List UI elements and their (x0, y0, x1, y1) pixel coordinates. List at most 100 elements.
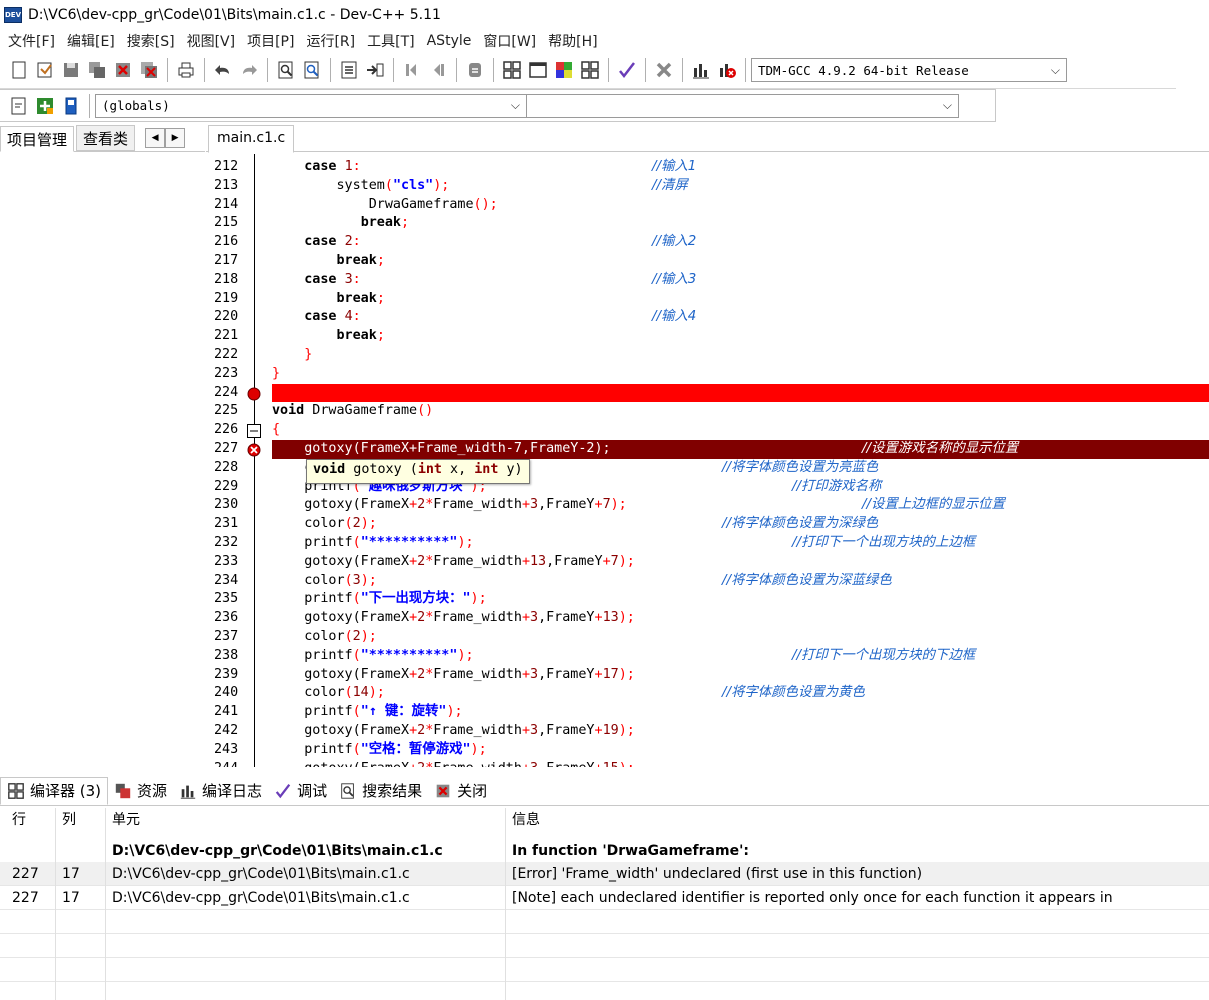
tab-classes[interactable]: 查看类 (76, 125, 136, 151)
delete-profile-icon[interactable] (716, 59, 738, 81)
fold-collapse-icon[interactable] (247, 424, 261, 442)
code-line[interactable]: 238 printf("**********"); //打印下一个出现方块的下边框 (206, 647, 1209, 666)
compile-icon[interactable] (501, 59, 523, 81)
rebuild-all-icon[interactable] (579, 59, 601, 81)
tab-main-c1-c[interactable]: main.c1.c (208, 125, 295, 153)
compiler-select[interactable]: TDM-GCC 4.9.2 64-bit Release ⌵ (751, 58, 1067, 82)
bookmark-next-icon[interactable] (427, 59, 449, 81)
symbol-select[interactable]: ⌵ (527, 93, 959, 118)
menu-file[interactable]: 文件[F] (2, 31, 61, 51)
menu-help[interactable]: 帮助[H] (542, 31, 603, 51)
table-row[interactable]: 227 17 D:\VC6\dev-cpp_gr\Code\01\Bits\ma… (0, 886, 1209, 910)
code-token: 2 (417, 497, 426, 513)
code-line[interactable]: 216 case 2: //输入2 (206, 233, 1209, 252)
code-line[interactable]: 230 gotoxy(FrameX+2*Frame_width+3,FrameY… (206, 496, 1209, 515)
code-line[interactable]: 232 printf("**********"); //打印下一个出现方块的上边框 (206, 534, 1209, 553)
code-line[interactable]: 226 { (206, 421, 1209, 440)
code-line[interactable]: 220 case 4: //输入4 (206, 308, 1209, 327)
code-line[interactable]: 218 case 3: //输入3 (206, 271, 1209, 290)
code-line[interactable]: 231 color(2); //将字体颜色设置为深绿色 (206, 515, 1209, 534)
compile-run-icon[interactable] (553, 59, 575, 81)
close-all-icon[interactable] (138, 59, 160, 81)
column-header-message[interactable]: 信息 (506, 808, 540, 832)
code-line[interactable]: 224 (214, 383, 1209, 403)
code-text: color(2); (272, 515, 377, 534)
code-token: color (272, 572, 345, 588)
profile-chart-icon[interactable] (690, 59, 712, 81)
menu-execute[interactable]: 运行[R] (300, 31, 361, 51)
code-line[interactable]: 239 gotoxy(FrameX+2*Frame_width+3,FrameY… (206, 666, 1209, 685)
menu-tools[interactable]: 工具[T] (361, 31, 420, 51)
tab-find-results[interactable]: 搜索结果 (333, 777, 428, 805)
find-icon[interactable] (275, 59, 297, 81)
remove-from-project-icon[interactable] (60, 95, 82, 117)
bookmark-prev-icon[interactable] (401, 59, 423, 81)
menu-search[interactable]: 搜索[S] (121, 31, 181, 51)
replace-icon[interactable] (301, 59, 323, 81)
code-line[interactable]: 217 break; (206, 252, 1209, 271)
menu-project[interactable]: 项目[P] (241, 31, 300, 51)
toggle-comment-icon[interactable] (464, 59, 486, 81)
code-token: + (521, 723, 530, 738)
insert-icon[interactable] (8, 95, 30, 117)
table-row[interactable]: 227 17 D:\VC6\dev-cpp_gr\Code\01\Bits\ma… (0, 862, 1209, 886)
code-line[interactable]: 212 case 1: //输入1 (206, 158, 1209, 177)
undo-icon[interactable] (212, 59, 234, 81)
table-row[interactable]: D:\VC6\dev-cpp_gr\Code\01\Bits\main.c1.c… (0, 839, 1209, 863)
code-line[interactable]: 213 system("cls"); //清屏 (206, 177, 1209, 196)
tab-project[interactable]: 项目管理 (0, 126, 75, 152)
line-number: 222 (214, 347, 239, 362)
code-line[interactable]: 222 } (206, 346, 1209, 365)
scope-select[interactable]: (globals) ⌵ (95, 93, 527, 118)
breakpoint-icon[interactable] (247, 387, 261, 405)
menu-view[interactable]: 视图[V] (181, 31, 242, 51)
tab-scroll-right-icon[interactable]: ▶ (165, 128, 186, 148)
code-line[interactable]: 237 color(2); (206, 628, 1209, 647)
code-token: (FrameX (352, 666, 410, 682)
code-line[interactable]: 234 color(3); //将字体颜色设置为深蓝绿色 (206, 572, 1209, 591)
tab-compile-log[interactable]: 编译日志 (173, 777, 268, 805)
code-line[interactable]: 223} (206, 365, 1209, 384)
code-token: 15 (603, 761, 619, 767)
code-line[interactable]: 240 color(14); //将字体颜色设置为黄色 (206, 684, 1209, 703)
tab-scroll-left-icon[interactable]: ◀ (145, 128, 166, 148)
menu-edit[interactable]: 编辑[E] (61, 31, 121, 51)
new-file-icon[interactable] (8, 59, 30, 81)
code-line[interactable]: 214 DrwaGameframe(); (206, 196, 1209, 215)
syntax-check-icon[interactable] (616, 59, 638, 81)
code-line[interactable]: 227 gotoxy(FrameX+Frame_width-7,FrameY-2… (214, 440, 1209, 459)
tab-compiler[interactable]: 编译器 (3) (0, 776, 109, 805)
save-icon[interactable] (60, 59, 82, 81)
column-header-line[interactable]: 行 (6, 808, 26, 832)
column-header-col[interactable]: 列 (56, 808, 76, 832)
save-all-icon[interactable] (86, 59, 108, 81)
close-file-icon[interactable] (112, 59, 134, 81)
code-line[interactable]: 236 gotoxy(FrameX+2*Frame_width+3,FrameY… (206, 609, 1209, 628)
code-line[interactable]: 225 void DrwaGameframe() (206, 402, 1209, 421)
code-line[interactable]: 219 break; (206, 290, 1209, 309)
redo-icon[interactable] (238, 59, 260, 81)
code-token: ); (618, 553, 635, 569)
code-line[interactable]: 241 printf("↑ 键：旋转"); (206, 703, 1209, 722)
code-line[interactable]: 233 gotoxy(FrameX+2*Frame_width+13,Frame… (206, 553, 1209, 572)
code-line[interactable]: 215 break; (206, 214, 1209, 233)
code-line[interactable]: 235 printf("下一出现方块："); (206, 590, 1209, 609)
goto-line-icon[interactable] (338, 59, 360, 81)
add-to-project-icon[interactable] (34, 95, 56, 117)
stop-execution-icon[interactable] (653, 59, 675, 81)
tab-close[interactable]: 关闭 (428, 777, 493, 805)
code-line[interactable]: 244 gotoxy(FrameX+2*Frame_width+3,FrameY… (206, 760, 1209, 767)
column-header-unit[interactable]: 单元 (106, 808, 140, 832)
tab-debug[interactable]: 调试 (268, 777, 333, 805)
menu-astyle[interactable]: AStyle (421, 33, 478, 49)
code-line[interactable]: 242 gotoxy(FrameX+2*Frame_width+3,FrameY… (206, 722, 1209, 741)
error-marker-icon[interactable] (247, 443, 261, 461)
print-icon[interactable] (175, 59, 197, 81)
code-line[interactable]: 243 printf("空格：暂停游戏"); (206, 741, 1209, 760)
code-line[interactable]: 221 break; (206, 327, 1209, 346)
run-icon[interactable] (527, 59, 549, 81)
tab-resources[interactable]: 资源 (108, 777, 173, 805)
indent-icon[interactable] (364, 59, 386, 81)
open-file-icon[interactable] (34, 59, 56, 81)
menu-window[interactable]: 窗口[W] (477, 31, 542, 51)
